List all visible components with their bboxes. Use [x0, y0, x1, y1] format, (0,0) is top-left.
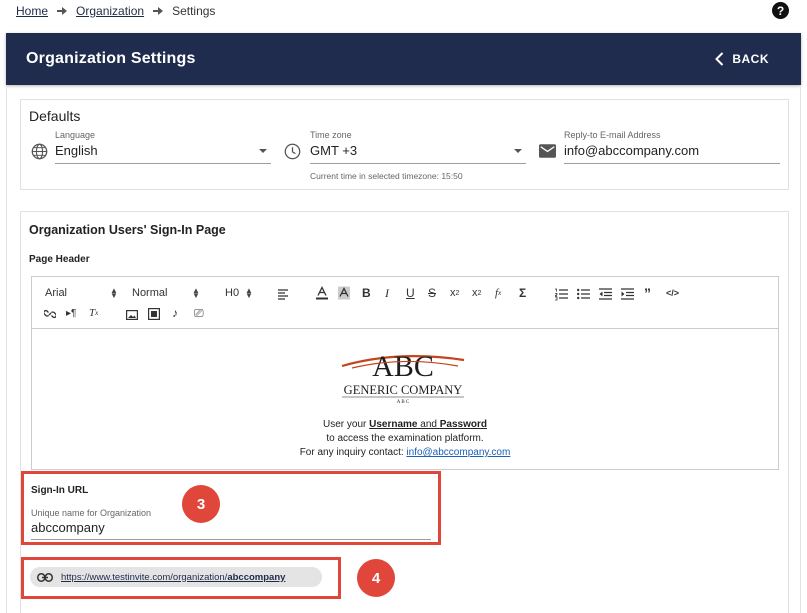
reply-email-label: Reply-to E-mail Address	[564, 130, 661, 140]
clock-icon	[284, 143, 301, 160]
breadcrumb: Home Organization Settings	[16, 4, 215, 18]
language-value: English	[55, 143, 98, 158]
step-badge-4: 4	[357, 559, 395, 597]
page-title: Organization Settings	[26, 50, 196, 67]
breadcrumb-home-link[interactable]: Home	[16, 4, 48, 18]
timezone-hint: Current time in selected timezone: 15:50	[310, 171, 463, 181]
back-button-label: BACK	[732, 52, 769, 66]
blockquote-icon[interactable]: ”	[644, 285, 651, 301]
reply-email-value: info@abccompany.com	[564, 143, 700, 158]
page-header-label: Page Header	[29, 254, 90, 265]
heading-select[interactable]: H0 ▲ ▼	[225, 287, 259, 301]
superscript-icon[interactable]: x2	[472, 286, 481, 300]
audio-icon[interactable]: ♪	[172, 306, 178, 320]
timezone-label: Time zone	[310, 130, 352, 140]
chevron-left-icon	[715, 52, 724, 66]
outdent-icon[interactable]	[599, 287, 612, 301]
strikethrough-icon[interactable]: S	[428, 286, 436, 300]
editor-content[interactable]: ABC GENERIC COMPANY A B C User your User…	[32, 330, 778, 470]
rich-text-editor: Arial ▲ ▼ Normal ▲ ▼ H0 ▲ ▼ B I U S x 2 …	[31, 276, 779, 470]
timezone-value: GMT +3	[310, 143, 358, 158]
signin-page-card: Organization Users' Sign-In Page Page He…	[20, 211, 789, 613]
organization-name-label: Unique name for Organization	[31, 508, 152, 518]
signin-url-link: https://www.testinvite.com/organization/…	[61, 571, 286, 583]
chevron-down-icon	[259, 149, 267, 153]
subscript-icon[interactable]: x2	[450, 286, 459, 300]
size-select-value: Normal	[132, 287, 168, 299]
indent-icon[interactable]	[621, 287, 634, 301]
arrow-right-icon	[57, 7, 68, 15]
logo-name: GENERIC COMPANY	[344, 383, 463, 397]
editor-line-1: User your Username and Password	[323, 419, 487, 430]
timezone-select[interactable]: Time zone GMT +3 Current time in selecte…	[310, 130, 526, 181]
italic-icon[interactable]: I	[385, 286, 389, 300]
reply-email-field[interactable]: Reply-to E-mail Address info@abccompany.…	[564, 130, 780, 164]
underline-icon[interactable]: U	[406, 286, 415, 300]
attachment-icon[interactable]: ⎚	[194, 306, 204, 320]
help-icon[interactable]: ?	[772, 2, 789, 19]
ordered-list-icon[interactable]	[555, 287, 568, 301]
language-label: Language	[55, 130, 96, 140]
font-select-value: Arial	[45, 287, 68, 299]
align-left-icon[interactable]	[278, 287, 290, 301]
signin-url-section: Sign-In URL Unique name for Organization…	[21, 471, 441, 545]
heading-select-value: H0	[225, 287, 240, 299]
contact-email-link[interactable]: info@abccompany.com	[406, 447, 510, 458]
breadcrumb-current: Settings	[172, 4, 216, 18]
formula-icon[interactable]: fx	[495, 286, 501, 300]
editor-line-3: For any inquiry contact: info@abccompany…	[299, 447, 511, 458]
defaults-title: Defaults	[29, 108, 81, 124]
chevron-down-icon	[514, 149, 522, 153]
sigma-icon[interactable]: Σ	[519, 286, 526, 300]
code-icon[interactable]: </>	[666, 286, 679, 300]
logo-sub: A B C	[397, 400, 410, 405]
step-badge-3: 3	[182, 485, 220, 523]
background-color-icon[interactable]	[338, 286, 350, 300]
font-select[interactable]: Arial ▲ ▼	[45, 287, 123, 301]
editor-line-2: to access the examination platform.	[326, 433, 484, 444]
text-direction-icon[interactable]: ▸¶	[66, 306, 76, 320]
bold-icon[interactable]: B	[362, 286, 371, 300]
signin-url-title: Sign-In URL	[31, 485, 89, 496]
arrow-right-icon	[153, 7, 164, 15]
company-logo: ABC GENERIC COMPANY A B C	[341, 350, 465, 405]
text-color-icon[interactable]	[316, 286, 328, 300]
logo-letters: ABC	[372, 350, 434, 383]
signin-url-chip[interactable]: https://www.testinvite.com/organization/…	[30, 567, 322, 587]
mail-icon	[539, 144, 556, 158]
organization-name-value: abccompany	[31, 520, 105, 535]
back-button[interactable]: BACK	[715, 52, 769, 66]
bullet-list-icon[interactable]	[577, 287, 590, 301]
size-select[interactable]: Normal ▲ ▼	[132, 287, 202, 301]
link-icon	[37, 572, 53, 582]
signin-link-section: https://www.testinvite.com/organization/…	[21, 557, 341, 599]
page-header: Organization Settings BACK	[6, 33, 801, 85]
editor-toolbar: Arial ▲ ▼ Normal ▲ ▼ H0 ▲ ▼ B I U S x 2 …	[32, 277, 778, 329]
video-icon[interactable]	[148, 307, 160, 321]
content-panel: Defaults Language English Time zone GMT …	[6, 85, 801, 613]
breadcrumb-organization-link[interactable]: Organization	[76, 4, 144, 18]
clear-format-icon[interactable]: Tx	[89, 306, 98, 320]
defaults-card: Defaults Language English Time zone GMT …	[20, 99, 789, 190]
signin-title: Organization Users' Sign-In Page	[29, 223, 226, 237]
image-icon[interactable]	[126, 308, 138, 322]
globe-icon	[31, 143, 48, 160]
organization-name-field[interactable]: Unique name for Organization abccompany	[31, 508, 431, 540]
link-icon[interactable]	[44, 307, 56, 321]
language-select[interactable]: Language English	[55, 130, 271, 164]
